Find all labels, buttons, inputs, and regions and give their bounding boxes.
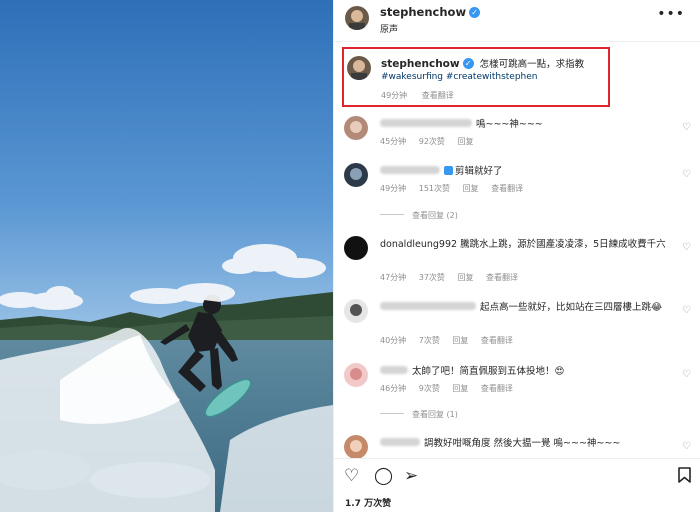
heart-icon[interactable]: ♡ <box>682 305 691 316</box>
post-detail-panel: stephenchow ✓ 原声 ••• stephenchow ✓ 怎樣可跳高一點… <box>333 0 700 512</box>
caption-meta: 49分钟 查看翻译 <box>381 90 466 101</box>
translate-link[interactable]: 查看翻译 <box>481 384 513 393</box>
comment-time: 45分钟 <box>380 137 407 146</box>
send-icon[interactable]: ➢ <box>404 467 418 485</box>
caption-translate-link[interactable]: 查看翻译 <box>422 91 454 100</box>
post-header: stephenchow ✓ 原声 ••• <box>334 0 700 42</box>
commenter-avatar[interactable] <box>344 363 368 387</box>
action-bar: ♡ ◯ ➢ <box>334 458 700 494</box>
comment-time: 49分钟 <box>380 184 407 193</box>
caption-body: 怎樣可跳高一點，求指教 <box>479 59 585 70</box>
comment-text: donaldleung992 騰跳水上跳，源於國產凌凌漆，5日練成收費千六 <box>380 239 666 250</box>
reply-button[interactable]: 回复 <box>452 384 468 393</box>
emoji-icon <box>444 166 453 175</box>
commenter-avatar[interactable] <box>344 236 368 260</box>
comment-time: 46分钟 <box>380 384 407 393</box>
caption-username[interactable]: stephenchow ✓ <box>381 58 474 70</box>
comment-likes[interactable]: 37次赞 <box>419 273 445 282</box>
comment-time: 40分钟 <box>380 336 407 345</box>
caption-text: stephenchow ✓ 怎樣可跳高一點，求指教 <box>381 56 584 70</box>
reply-button[interactable]: 回复 <box>457 137 473 146</box>
verified-badge-icon: ✓ <box>462 58 474 69</box>
comment-text: 嗚~~~神~~~ <box>380 118 680 132</box>
comment-likes[interactable]: 151次赞 <box>419 184 450 193</box>
bookmark-icon[interactable] <box>678 467 691 487</box>
view-replies-button[interactable]: 查看回复 (2) <box>380 210 458 221</box>
post-photo <box>0 0 333 512</box>
commenter-username[interactable] <box>380 438 420 446</box>
comment-icon[interactable]: ◯ <box>374 467 393 485</box>
comment-meta: 47分钟 37次赞 回复 查看翻译 <box>380 272 528 283</box>
caption-hashtags[interactable]: #wakesurfing #createwithstephen <box>381 72 538 82</box>
translate-link[interactable]: 查看翻译 <box>481 336 513 345</box>
view-replies-button[interactable]: 查看回复 (1) <box>380 409 458 420</box>
heart-icon[interactable]: ♡ <box>682 369 691 380</box>
comment-text: 起点高一些就好，比如站在三四層樓上跳😂 <box>380 301 670 315</box>
comment-meta: 49分钟 151次赞 回复 查看翻译 <box>380 183 533 194</box>
caption-time: 49分钟 <box>381 91 408 100</box>
heart-icon[interactable]: ♡ <box>682 122 691 133</box>
author-username[interactable]: stephenchow ✓ <box>380 5 481 19</box>
comment-text: 剪辑就好了 <box>380 165 680 179</box>
translate-link[interactable]: 查看翻译 <box>486 273 518 282</box>
commenter-avatar[interactable] <box>344 299 368 323</box>
comment-likes[interactable]: 7次赞 <box>419 336 440 345</box>
reply-button[interactable]: 回复 <box>457 273 473 282</box>
heart-icon[interactable]: ♡ <box>682 169 691 180</box>
comment-text: 太帥了吧！简直佩服到五体投地！😍 <box>380 365 680 379</box>
commenter-username[interactable] <box>380 166 440 174</box>
surfing-photo <box>0 0 333 512</box>
header-divider <box>334 41 700 42</box>
commenter-avatar[interactable] <box>344 435 368 459</box>
reply-button[interactable]: 回复 <box>463 184 479 193</box>
heart-icon[interactable]: ♡ <box>344 467 359 485</box>
likes-count[interactable]: 1.7 万次赞 <box>345 496 391 509</box>
commenter-avatar[interactable] <box>344 116 368 140</box>
audio-label[interactable]: 原声 <box>380 22 398 35</box>
commenter-avatar[interactable] <box>344 163 368 187</box>
reply-button[interactable]: 回复 <box>452 336 468 345</box>
heart-icon[interactable]: ♡ <box>682 242 691 253</box>
more-horizontal-icon[interactable]: ••• <box>657 6 685 22</box>
comment-text: 調教好咁嘅角度 然後大揾一覺 嗚~~~神~~~ <box>380 437 680 451</box>
translate-link[interactable]: 查看翻译 <box>491 184 523 193</box>
comment-meta: 40分钟 7次赞 回复 查看翻译 <box>380 335 523 346</box>
comment-meta: 45分钟 92次赞 回复 <box>380 136 483 147</box>
commenter-username[interactable] <box>380 119 472 127</box>
comment-likes[interactable]: 9次赞 <box>419 384 440 393</box>
commenter-username[interactable] <box>380 366 408 374</box>
author-avatar[interactable] <box>345 6 369 30</box>
comment-meta: 46分钟 9次赞 回复 查看翻译 <box>380 383 523 394</box>
comment-time: 47分钟 <box>380 273 407 282</box>
heart-icon[interactable]: ♡ <box>682 441 691 452</box>
verified-badge-icon: ✓ <box>469 7 481 18</box>
comment-likes[interactable]: 92次赞 <box>419 137 445 146</box>
caption-avatar[interactable] <box>347 56 371 80</box>
caption-highlight: stephenchow ✓ 怎樣可跳高一點，求指教 #wakesurfing #c… <box>342 47 610 107</box>
commenter-username[interactable] <box>380 302 476 310</box>
